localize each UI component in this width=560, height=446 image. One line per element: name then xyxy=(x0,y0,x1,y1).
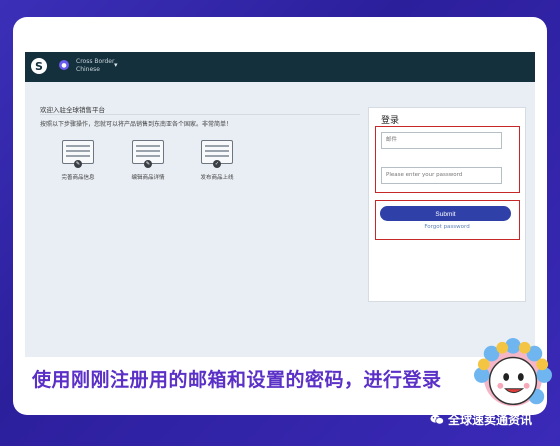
store-language[interactable]: Chinese xyxy=(76,66,100,74)
intro-text: 按照以下步骤操作，您就可以将产品销售到东南亚各个国家。非常简单！ xyxy=(40,121,233,128)
welcome-heading: 欢迎入驻全球销售平台 xyxy=(40,106,105,114)
brand-watermark: 全球速卖通资讯 xyxy=(430,411,532,428)
product-info-icon: ✎ xyxy=(62,140,94,168)
top-navigation-bar: S ● Cross Border Chinese ▾ xyxy=(25,52,535,82)
step-label: 编辑商品详情 xyxy=(131,175,165,181)
step-label: 完善商品信息 xyxy=(61,175,95,181)
slide-card: S ● Cross Border Chinese ▾ 欢迎入驻全球销售平台 按照… xyxy=(13,17,547,415)
instruction-caption: 使用刚刚注册用的邮箱和设置的密码，进行登录 xyxy=(32,369,442,391)
edit-badge-icon: ✎ xyxy=(144,160,152,168)
step-item: ✓ 发布商品上线 xyxy=(182,140,252,181)
step-label: 发布商品上线 xyxy=(200,175,234,181)
cartoon-mascot-icon xyxy=(474,338,552,407)
email-field[interactable] xyxy=(381,132,502,149)
wechat-icon xyxy=(430,414,444,425)
app-logo-icon[interactable]: S xyxy=(31,58,47,74)
pencil-badge-icon: ✎ xyxy=(74,160,82,168)
forgot-password-link[interactable]: Forgot password xyxy=(369,224,525,230)
store-avatar-icon[interactable]: ● xyxy=(59,60,69,70)
store-name[interactable]: Cross Border xyxy=(76,58,114,66)
app-screenshot: S ● Cross Border Chinese ▾ 欢迎入驻全球销售平台 按照… xyxy=(25,52,535,357)
step-item: ✎ 完善商品信息 xyxy=(43,140,113,181)
password-field[interactable] xyxy=(381,167,502,184)
chevron-down-icon[interactable]: ▾ xyxy=(114,61,118,69)
check-badge-icon: ✓ xyxy=(213,160,221,168)
brand-name: 全球速卖通资讯 xyxy=(448,413,533,427)
login-panel: 登录 Submit Forgot password xyxy=(368,107,526,302)
product-detail-icon: ✎ xyxy=(132,140,164,168)
submit-button[interactable]: Submit xyxy=(380,206,511,221)
divider xyxy=(40,114,360,115)
login-title: 登录 xyxy=(381,116,400,126)
step-item: ✎ 编辑商品详情 xyxy=(113,140,183,181)
publish-product-icon: ✓ xyxy=(201,140,233,168)
